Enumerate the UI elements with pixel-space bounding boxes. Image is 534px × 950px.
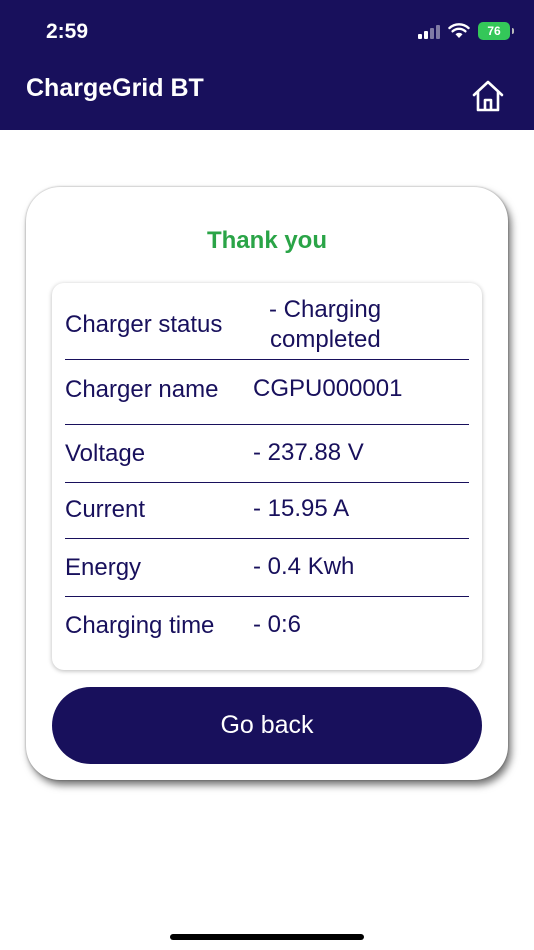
row-label: Charger status [65,311,223,338]
row-label: Charger name [65,376,219,403]
row-value: CGPU000001 [253,375,403,402]
row-value: - 15.95 A [253,495,350,522]
row-value: - Charging completed [269,296,382,353]
home-icon[interactable] [470,78,506,114]
app-title: ChargeGrid BT [26,74,204,102]
battery-icon: 76 [478,22,514,40]
row-value: - 0:6 [253,611,302,638]
wifi-icon [448,23,470,38]
charging-info-table: Charger status - Charging completed Char… [52,283,482,670]
app-header: 2:59 76 ChargeGrid BT [0,0,534,130]
row-label: Voltage [65,440,146,467]
row-charging-time: Charging time - 0:6 [65,597,469,657]
row-value: - 0.4 Kwh [253,553,355,580]
row-charger-status: Charger status - Charging completed [65,283,469,360]
row-charger-name: Charger name CGPU000001 [65,359,469,425]
thank-you-heading: Thank you [206,227,327,254]
status-icons: 76 [418,22,514,40]
cellular-signal-icon [418,23,440,39]
row-voltage: Voltage - 237.88 V [65,425,469,483]
status-time: 2:59 [46,20,89,43]
row-label: Charging time [65,612,215,639]
summary-card: Thank you Charger status - Charging comp… [26,187,508,780]
home-indicator[interactable] [170,934,364,940]
row-energy: Energy - 0.4 Kwh [65,539,469,597]
row-label: Energy [65,554,142,581]
go-back-button[interactable]: Go back [52,687,482,764]
row-current: Current - 15.95 A [65,483,469,539]
row-value: - 237.88 V [253,439,364,466]
row-label: Current [65,496,146,523]
